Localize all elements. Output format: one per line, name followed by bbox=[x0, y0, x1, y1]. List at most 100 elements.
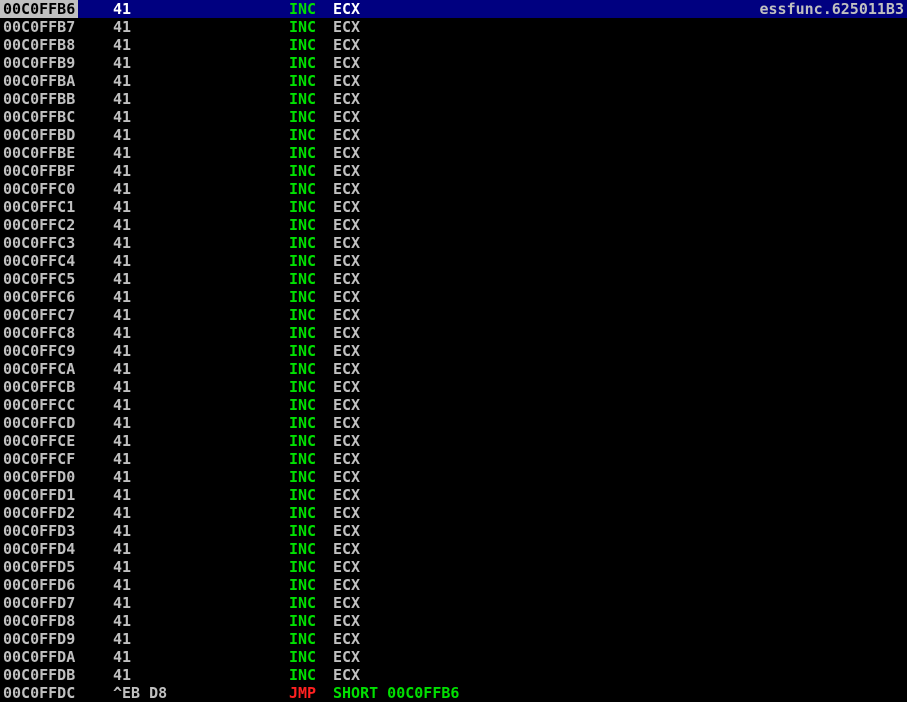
mnemonic-cell: INC bbox=[289, 504, 317, 522]
instruction-row[interactable]: 00C0FFCF 41 INC ECX bbox=[0, 450, 907, 468]
address-cell: 00C0FFCE bbox=[3, 432, 76, 450]
instruction-row[interactable]: 00C0FFD3 41 INC ECX bbox=[0, 522, 907, 540]
disassembly-pane[interactable]: 00C0FFB6 41 INC ECX essfunc.625011B3 00C0FFB7… bbox=[0, 0, 907, 702]
mnemonic-cell: INC bbox=[289, 162, 317, 180]
address-cell: 00C0FFB7 bbox=[3, 18, 76, 36]
operand-cell: ECX bbox=[333, 648, 361, 666]
mnemonic-cell: INC bbox=[289, 360, 317, 378]
instruction-row[interactable]: 00C0FFC2 41 INC ECX bbox=[0, 216, 907, 234]
operand-cell: ECX bbox=[333, 576, 361, 594]
hex-dump-cell: 41 bbox=[113, 594, 132, 612]
address-cell: 00C0FFD3 bbox=[3, 522, 76, 540]
hex-dump-cell: 41 bbox=[113, 486, 132, 504]
instruction-row[interactable]: 00C0FFC1 41 INC ECX bbox=[0, 198, 907, 216]
address-cell: 00C0FFCF bbox=[3, 450, 76, 468]
address-cell: 00C0FFBB bbox=[3, 90, 76, 108]
instruction-row[interactable]: 00C0FFBB 41 INC ECX bbox=[0, 90, 907, 108]
operand-cell: ECX bbox=[333, 468, 361, 486]
instruction-row[interactable]: 00C0FFBD 41 INC ECX bbox=[0, 126, 907, 144]
mnemonic-cell: INC bbox=[289, 324, 317, 342]
mnemonic-cell: INC bbox=[289, 540, 317, 558]
instruction-row[interactable]: 00C0FFD9 41 INC ECX bbox=[0, 630, 907, 648]
operand-cell: ECX bbox=[333, 396, 361, 414]
hex-dump-cell: 41 bbox=[113, 414, 132, 432]
mnemonic-cell: INC bbox=[289, 144, 317, 162]
instruction-row[interactable]: 00C0FFDB 41 INC ECX bbox=[0, 666, 907, 684]
operand-cell: ECX bbox=[333, 54, 361, 72]
instruction-row[interactable]: 00C0FFBA 41 INC ECX bbox=[0, 72, 907, 90]
instruction-row[interactable]: 00C0FFC9 41 INC ECX bbox=[0, 342, 907, 360]
instruction-row[interactable]: 00C0FFBE 41 INC ECX bbox=[0, 144, 907, 162]
instruction-row[interactable]: 00C0FFC7 41 INC ECX bbox=[0, 306, 907, 324]
hex-dump-cell: 41 bbox=[113, 36, 132, 54]
operand-cell: ECX bbox=[333, 0, 361, 18]
address-cell: 00C0FFD6 bbox=[3, 576, 76, 594]
operand-cell: SHORT 00C0FFB6 bbox=[333, 684, 460, 702]
address-cell: 00C0FFC4 bbox=[3, 252, 76, 270]
hex-dump-cell: 41 bbox=[113, 198, 132, 216]
instruction-row[interactable]: 00C0FFB7 41 INC ECX bbox=[0, 18, 907, 36]
hex-dump-cell: 41 bbox=[113, 18, 132, 36]
hex-dump-cell: 41 bbox=[113, 432, 132, 450]
instruction-row[interactable]: 00C0FFD7 41 INC ECX bbox=[0, 594, 907, 612]
operand-cell: ECX bbox=[333, 144, 361, 162]
instruction-row[interactable]: 00C0FFCC 41 INC ECX bbox=[0, 396, 907, 414]
mnemonic-cell: INC bbox=[289, 306, 317, 324]
instruction-row[interactable]: 00C0FFCD 41 INC ECX bbox=[0, 414, 907, 432]
instruction-row[interactable]: 00C0FFDC ^EB D8 JMP SHORT 00C0FFB6 bbox=[0, 684, 907, 702]
mnemonic-cell: INC bbox=[289, 432, 317, 450]
instruction-row[interactable]: 00C0FFC6 41 INC ECX bbox=[0, 288, 907, 306]
mnemonic-cell: INC bbox=[289, 18, 317, 36]
hex-dump-cell: 41 bbox=[113, 288, 132, 306]
instruction-row[interactable]: 00C0FFDA 41 INC ECX bbox=[0, 648, 907, 666]
mnemonic-cell: INC bbox=[289, 252, 317, 270]
operand-cell: ECX bbox=[333, 162, 361, 180]
instruction-row[interactable]: 00C0FFCB 41 INC ECX bbox=[0, 378, 907, 396]
mnemonic-cell: INC bbox=[289, 36, 317, 54]
operand-cell: ECX bbox=[333, 216, 361, 234]
address-cell: 00C0FFDA bbox=[3, 648, 76, 666]
address-cell: 00C0FFC0 bbox=[3, 180, 76, 198]
instruction-row[interactable]: 00C0FFBC 41 INC ECX bbox=[0, 108, 907, 126]
instruction-row[interactable]: 00C0FFD2 41 INC ECX bbox=[0, 504, 907, 522]
instruction-row[interactable]: 00C0FFB8 41 INC ECX bbox=[0, 36, 907, 54]
hex-dump-cell: 41 bbox=[113, 216, 132, 234]
instruction-row[interactable]: 00C0FFCA 41 INC ECX bbox=[0, 360, 907, 378]
address-cell: 00C0FFBA bbox=[3, 72, 76, 90]
mnemonic-cell: INC bbox=[289, 270, 317, 288]
instruction-row[interactable]: 00C0FFC8 41 INC ECX bbox=[0, 324, 907, 342]
hex-dump-cell: 41 bbox=[113, 162, 132, 180]
operand-cell: ECX bbox=[333, 36, 361, 54]
address-cell: 00C0FFB8 bbox=[3, 36, 76, 54]
instruction-row[interactable]: 00C0FFD0 41 INC ECX bbox=[0, 468, 907, 486]
operand-cell: ECX bbox=[333, 198, 361, 216]
selected-instruction-row[interactable]: 00C0FFB6 41 INC ECX essfunc.625011B3 bbox=[0, 0, 907, 18]
operand-cell: ECX bbox=[333, 612, 361, 630]
address-cell: 00C0FFBE bbox=[3, 144, 76, 162]
instruction-row[interactable]: 00C0FFC5 41 INC ECX bbox=[0, 270, 907, 288]
instruction-row[interactable]: 00C0FFD4 41 INC ECX bbox=[0, 540, 907, 558]
instruction-row[interactable]: 00C0FFD8 41 INC ECX bbox=[0, 612, 907, 630]
operand-cell: ECX bbox=[333, 486, 361, 504]
address-cell: 00C0FFDB bbox=[3, 666, 76, 684]
hex-dump-cell: 41 bbox=[113, 558, 132, 576]
operand-cell: ECX bbox=[333, 342, 361, 360]
hex-dump-cell: 41 bbox=[113, 360, 132, 378]
operand-cell: ECX bbox=[333, 558, 361, 576]
instruction-row[interactable]: 00C0FFBF 41 INC ECX bbox=[0, 162, 907, 180]
mnemonic-cell: JMP bbox=[289, 684, 317, 702]
mnemonic-cell: INC bbox=[289, 72, 317, 90]
instruction-row[interactable]: 00C0FFD1 41 INC ECX bbox=[0, 486, 907, 504]
mnemonic-cell: INC bbox=[289, 216, 317, 234]
operand-cell: ECX bbox=[333, 18, 361, 36]
instruction-row[interactable]: 00C0FFC0 41 INC ECX bbox=[0, 180, 907, 198]
instruction-row[interactable]: 00C0FFD5 41 INC ECX bbox=[0, 558, 907, 576]
address-cell: 00C0FFC1 bbox=[3, 198, 76, 216]
mnemonic-cell: INC bbox=[289, 198, 317, 216]
instruction-row[interactable]: 00C0FFB9 41 INC ECX bbox=[0, 54, 907, 72]
instruction-row[interactable]: 00C0FFD6 41 INC ECX bbox=[0, 576, 907, 594]
instruction-row[interactable]: 00C0FFC4 41 INC ECX bbox=[0, 252, 907, 270]
instruction-row[interactable]: 00C0FFCE 41 INC ECX bbox=[0, 432, 907, 450]
instruction-row[interactable]: 00C0FFC3 41 INC ECX bbox=[0, 234, 907, 252]
mnemonic-cell: INC bbox=[289, 180, 317, 198]
